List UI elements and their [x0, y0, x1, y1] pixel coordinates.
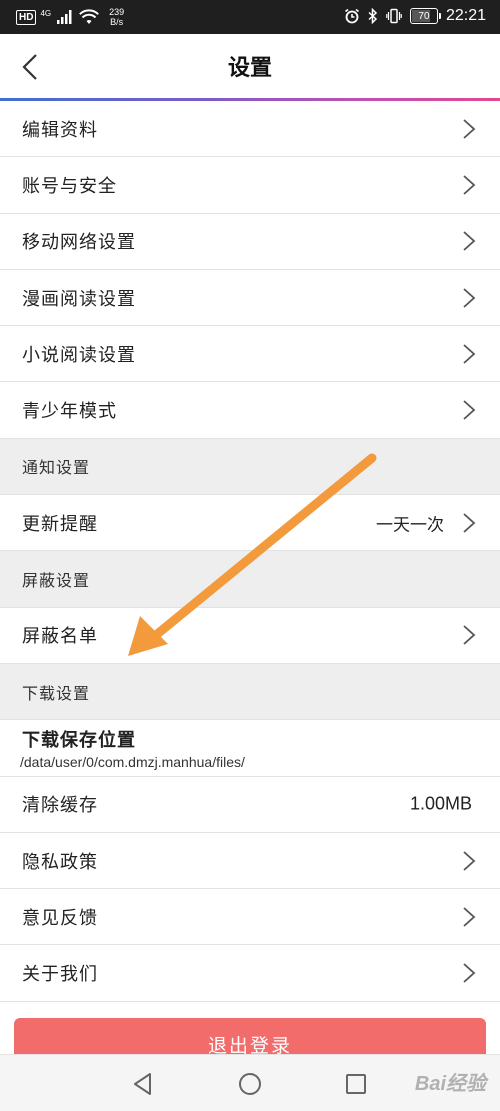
section-label: 通知设置 — [22, 458, 91, 478]
clear-cache-item[interactable]: 清除缓存 1.00MB — [0, 776, 500, 833]
item-label: 移动网络设置 — [22, 232, 136, 254]
alarm-icon — [344, 8, 359, 24]
chevron-right-icon — [463, 344, 476, 364]
network-speed: 239 B/s — [109, 7, 124, 27]
item-label: 关于我们 — [22, 964, 98, 986]
section-label: 下载设置 — [22, 683, 91, 703]
item-label: 更新提醒 — [22, 513, 98, 535]
watermark-logo: Bai经验 — [414, 1073, 486, 1095]
edit-profile-item[interactable]: 编辑资料 — [0, 101, 500, 158]
app-header: 设置 — [0, 34, 500, 100]
wifi-icon — [79, 9, 100, 24]
item-label: 屏蔽名单 — [22, 626, 98, 648]
about-us-item[interactable]: 关于我们 — [0, 945, 500, 1002]
chevron-left-icon — [22, 54, 37, 80]
clock: 22:21 — [445, 7, 486, 24]
update-reminder-item[interactable]: 更新提醒 一天一次 — [0, 495, 500, 552]
system-nav-bar: Bai经验 — [0, 1054, 500, 1111]
notify-section-header: 通知设置 — [0, 438, 500, 496]
nav-home-icon[interactable] — [237, 1071, 263, 1097]
chevron-right-icon — [463, 963, 476, 983]
block-list-item[interactable]: 屏蔽名单 — [0, 607, 500, 664]
speed-unit: B/s — [110, 17, 124, 27]
settings-list: 编辑资料 账号与安全 移动网络设置 漫画阅读设置 小说阅读设置 青少年模式 通知… — [0, 101, 500, 1002]
teen-mode-item[interactable]: 青少年模式 — [0, 382, 500, 439]
status-bar: HD 4G 239 B/s 70 22:21 — [0, 0, 500, 34]
speed-value: 239 — [109, 7, 125, 17]
status-left: HD 4G 239 B/s — [16, 7, 124, 27]
item-label: 账号与安全 — [22, 175, 117, 197]
item-label: 编辑资料 — [22, 119, 98, 141]
chevron-right-icon — [463, 175, 476, 195]
mobile-network-item[interactable]: 移动网络设置 — [0, 213, 500, 270]
vibrate-icon — [386, 8, 402, 24]
chevron-right-icon — [463, 513, 476, 533]
block-section-header: 屏蔽设置 — [0, 551, 500, 608]
item-label: 下载保存位置 — [22, 729, 136, 751]
download-section-header: 下载设置 — [0, 663, 500, 721]
item-label: 青少年模式 — [22, 401, 117, 423]
chevron-right-icon — [463, 625, 476, 645]
signal-icon — [57, 10, 72, 24]
item-label: 清除缓存 — [22, 795, 98, 817]
chevron-right-icon — [463, 231, 476, 251]
logout-area: 退出登录 — [0, 1004, 500, 1068]
hd-badge: HD — [16, 9, 37, 25]
item-label: 漫画阅读设置 — [22, 288, 136, 310]
item-label: 隐私政策 — [22, 851, 98, 873]
section-label: 屏蔽设置 — [22, 571, 91, 591]
battery-level: 70 — [418, 10, 430, 22]
account-security-item[interactable]: 账号与安全 — [0, 157, 500, 214]
item-label: 小说阅读设置 — [22, 344, 136, 366]
bluetooth-icon — [368, 8, 378, 24]
privacy-policy-item[interactable]: 隐私政策 — [0, 832, 500, 890]
item-label: 意见反馈 — [22, 907, 98, 929]
back-button[interactable] — [12, 49, 48, 85]
status-right: 70 22:21 — [344, 7, 486, 25]
chevron-right-icon — [463, 907, 476, 927]
update-frequency-value: 一天一次 — [376, 515, 444, 536]
chevron-right-icon — [463, 850, 476, 871]
battery-icon: 70 — [409, 8, 441, 24]
chevron-right-icon — [463, 400, 476, 420]
novel-reading-item[interactable]: 小说阅读设置 — [0, 326, 500, 383]
nav-back-icon[interactable] — [130, 1071, 156, 1097]
cache-size-value: 1.00MB — [409, 793, 472, 814]
download-location-item[interactable]: 下载保存位置 /data/user/0/com.dmzj.manhua/file… — [0, 720, 500, 777]
comic-reading-item[interactable]: 漫画阅读设置 — [0, 269, 500, 327]
page-title: 设置 — [227, 56, 272, 81]
feedback-item[interactable]: 意见反馈 — [0, 889, 500, 946]
chevron-right-icon — [463, 287, 476, 308]
chevron-right-icon — [463, 118, 476, 139]
network-type: 4G — [40, 8, 52, 18]
nav-recents-icon[interactable] — [343, 1071, 369, 1097]
download-path: /data/user/0/com.dmzj.manhua/files/ — [20, 753, 245, 770]
